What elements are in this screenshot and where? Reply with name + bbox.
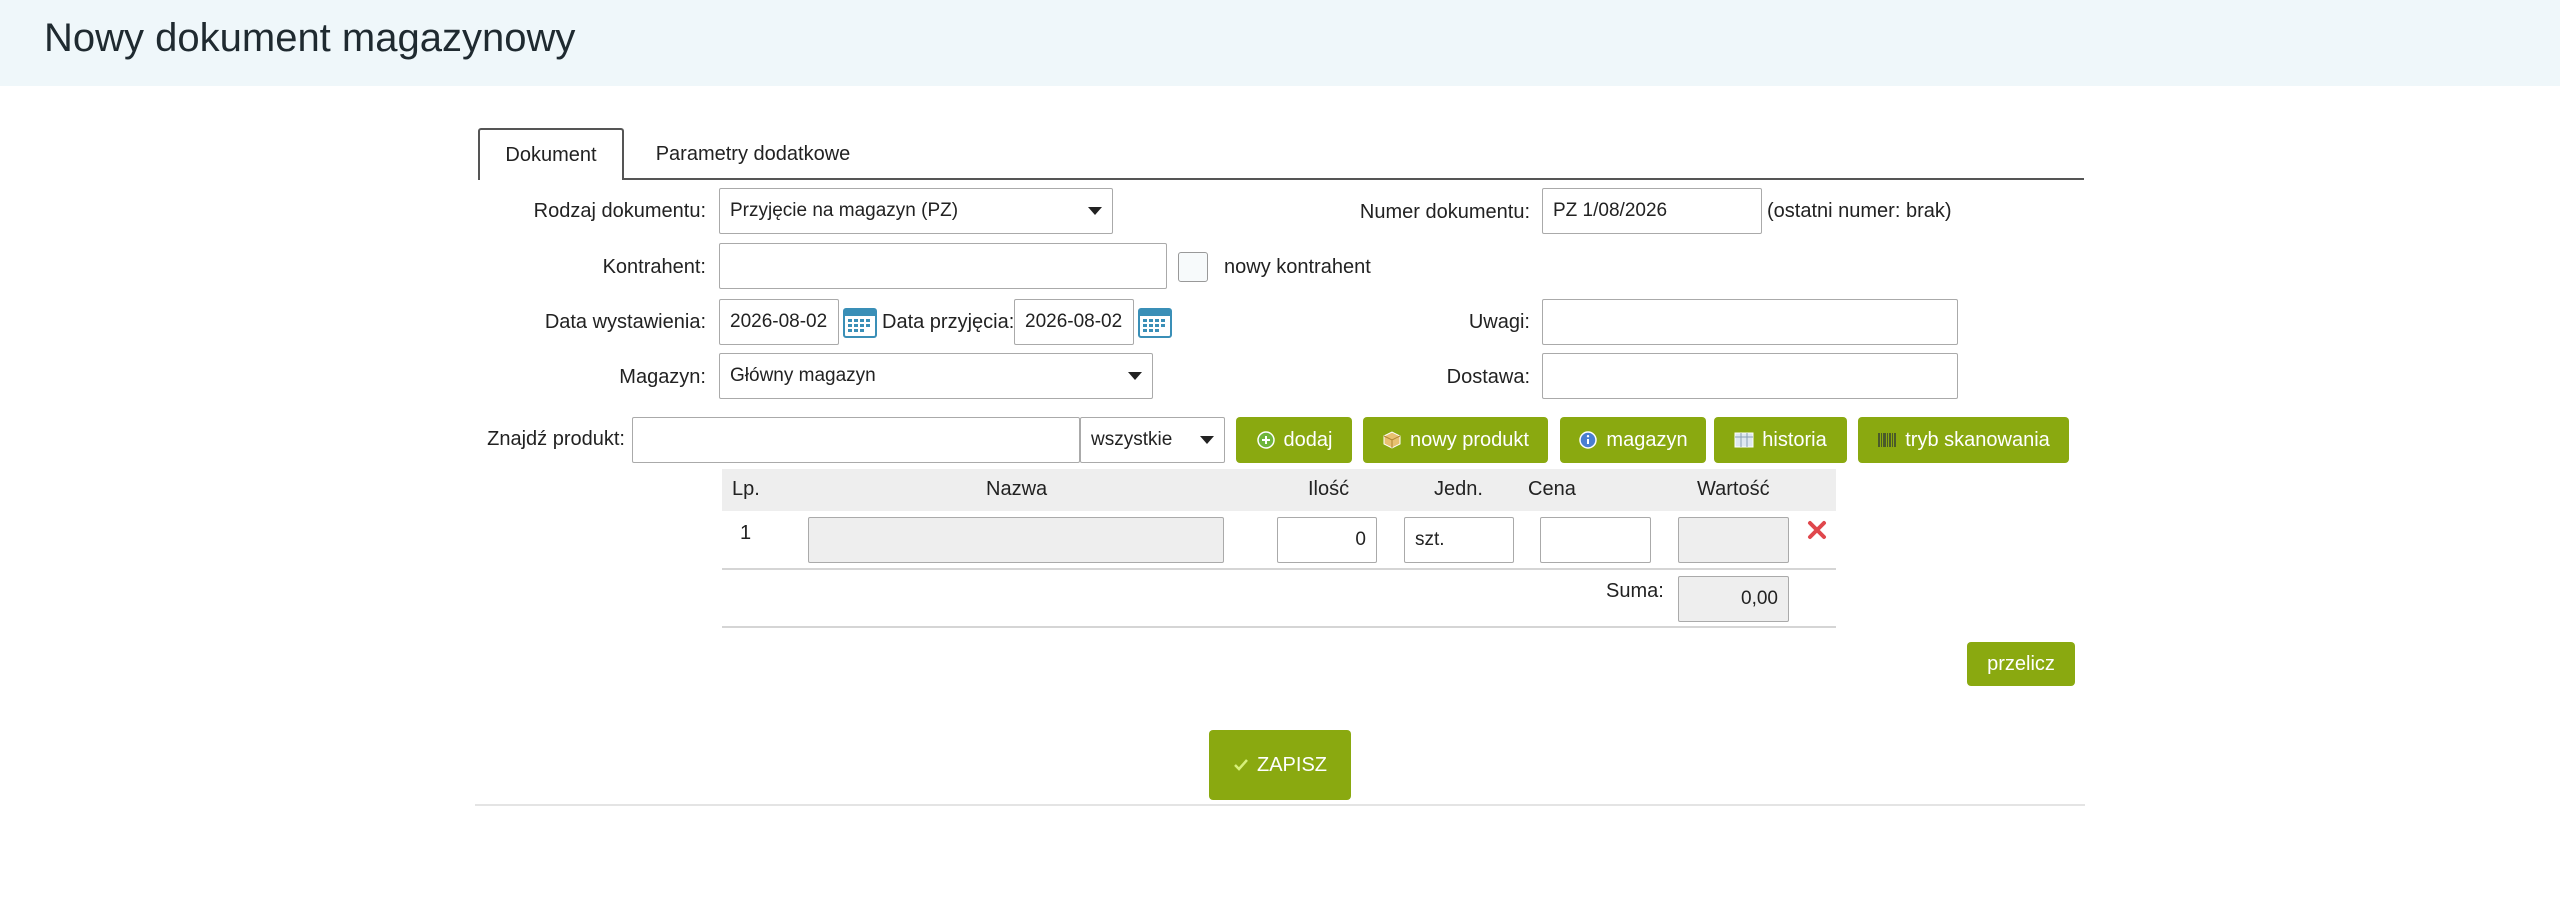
sum-value-field: 0,00	[1678, 576, 1789, 622]
contractor-label: Kontrahent:	[602, 256, 706, 278]
checkmark-icon	[1234, 759, 1248, 771]
page-title: Nowy dokument magazynowy	[44, 16, 576, 60]
warehouse-select[interactable]: Główny magazyn	[719, 353, 1153, 399]
chevron-down-icon	[1200, 436, 1214, 444]
scan-mode-button-label: tryb skanowania	[1905, 428, 2050, 451]
column-header-nazwa: Nazwa	[986, 478, 1048, 500]
calendar-icon[interactable]	[1138, 306, 1172, 338]
contractor-input[interactable]	[719, 243, 1167, 289]
history-button-label: historia	[1762, 428, 1827, 451]
find-product-label: Znajdź produkt:	[487, 428, 625, 450]
chevron-down-icon	[1088, 207, 1102, 215]
warehouse-label: Magazyn:	[619, 366, 706, 388]
row-unit-input[interactable]: szt.	[1404, 517, 1514, 563]
row-value-field	[1678, 517, 1789, 563]
issue-date-label: Data wystawienia:	[544, 311, 706, 333]
box-icon	[1383, 431, 1401, 449]
column-header-lp: Lp.	[732, 478, 760, 500]
table-icon	[1734, 432, 1754, 448]
recalculate-button-label: przelicz	[1987, 652, 2055, 675]
save-button[interactable]: ZAPISZ	[1209, 730, 1351, 800]
table-bottom-line	[722, 626, 1836, 628]
sum-label: Suma:	[1606, 580, 1664, 602]
page-header: Nowy dokument magazynowy	[0, 0, 2560, 86]
bottom-divider	[475, 804, 2085, 806]
doc-type-label: Rodzaj dokumentu:	[533, 200, 706, 222]
add-button[interactable]: dodaj	[1236, 417, 1352, 463]
recalculate-button[interactable]: przelicz	[1967, 642, 2075, 686]
delete-row-icon[interactable]	[1806, 519, 1828, 541]
row-quantity-input[interactable]: 0	[1277, 517, 1377, 563]
product-filter-value: wszystkie	[1091, 429, 1173, 450]
new-product-button-label: nowy produkt	[1410, 428, 1529, 451]
column-header-wartosc: Wartość	[1697, 478, 1770, 500]
calendar-icon[interactable]	[843, 306, 877, 338]
row-price-input[interactable]	[1540, 517, 1651, 563]
doc-number-label: Numer dokumentu:	[1359, 201, 1530, 223]
add-button-label: dodaj	[1283, 428, 1333, 451]
chevron-down-icon	[1128, 372, 1142, 380]
warehouse-info-button-label: magazyn	[1606, 428, 1688, 451]
row-divider	[722, 568, 1836, 570]
delivery-input[interactable]	[1542, 353, 1958, 399]
receipt-date-label: Data przyjęcia:	[882, 311, 1015, 333]
history-button[interactable]: historia	[1714, 417, 1847, 463]
delivery-label: Dostawa:	[1446, 366, 1530, 388]
receipt-date-input[interactable]: 2026-08-02	[1014, 299, 1134, 345]
barcode-icon	[1878, 433, 1897, 447]
row-name-field[interactable]	[808, 517, 1224, 563]
warehouse-value: Główny magazyn	[730, 365, 876, 386]
column-header-jedn: Jedn.	[1434, 478, 1483, 500]
new-contractor-checkbox[interactable]	[1178, 252, 1208, 282]
notes-input[interactable]	[1542, 299, 1958, 345]
doc-number-note: (ostatni numer: brak)	[1767, 200, 1952, 222]
product-filter-select[interactable]: wszystkie	[1080, 417, 1225, 463]
doc-number-input[interactable]: PZ 1/08/2026	[1542, 188, 1762, 234]
row-lp: 1	[740, 522, 752, 544]
tab-parametry-dodatkowe[interactable]: Parametry dodatkowe	[640, 128, 866, 180]
notes-label: Uwagi:	[1468, 311, 1530, 333]
column-header-cena: Cena	[1528, 478, 1576, 500]
find-product-input[interactable]	[632, 417, 1080, 463]
doc-type-select[interactable]: Przyjęcie na magazyn (PZ)	[719, 188, 1113, 234]
column-header-ilosc: Ilość	[1308, 478, 1350, 500]
issue-date-input[interactable]: 2026-08-02	[719, 299, 839, 345]
doc-type-value: Przyjęcie na magazyn (PZ)	[730, 200, 959, 221]
new-product-button[interactable]: nowy produkt	[1363, 417, 1548, 463]
tab-dokument[interactable]: Dokument	[478, 128, 624, 180]
save-button-label: ZAPISZ	[1256, 753, 1327, 776]
items-table-header: Lp. Nazwa Ilość Jedn. Cena Wartość	[722, 469, 1836, 511]
info-icon	[1579, 431, 1598, 449]
scan-mode-button[interactable]: tryb skanowania	[1858, 417, 2069, 463]
plus-circle-icon	[1256, 431, 1275, 449]
warehouse-info-button[interactable]: magazyn	[1560, 417, 1706, 463]
new-contractor-label: nowy kontrahent	[1224, 256, 1371, 278]
